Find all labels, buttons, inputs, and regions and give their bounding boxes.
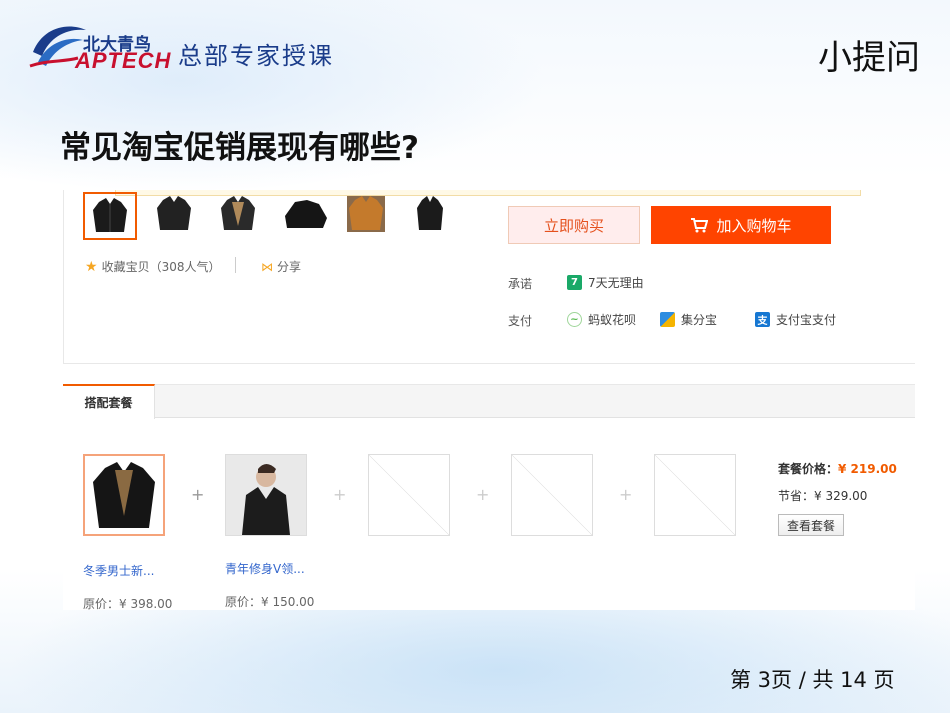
- bundle-item-empty: [368, 454, 450, 536]
- plus-icon: +: [476, 485, 490, 504]
- thumbnail-jacket-3[interactable]: [213, 192, 265, 238]
- divider: [235, 257, 236, 273]
- bundle-tabbar: 搭配套餐: [63, 384, 915, 419]
- promise-item[interactable]: 7 7天无理由: [567, 274, 644, 291]
- share-label: 分享: [277, 260, 302, 274]
- pay-label: 支付: [508, 314, 533, 328]
- buy-now-button[interactable]: 立即购买: [508, 206, 640, 244]
- slide-corner-title: 小提问: [818, 38, 920, 78]
- alipay-icon: 支: [755, 312, 770, 327]
- bundle-summary: 套餐价格：¥ 219.00 节省：¥ 329.00: [778, 460, 897, 504]
- bundle-item-jacket[interactable]: [83, 454, 165, 536]
- share-link[interactable]: ⋈ 分享: [261, 258, 301, 275]
- plus-icon: +: [619, 485, 633, 504]
- view-bundle-button[interactable]: 查看套餐: [778, 514, 844, 536]
- add-to-cart-button[interactable]: 加入购物车: [651, 206, 831, 244]
- huabei-icon: ~: [567, 312, 582, 327]
- logo-tagline: 总部专家授课: [178, 42, 334, 70]
- star-icon: ★: [85, 258, 98, 275]
- pay-method-label: 蚂蚁花呗: [588, 313, 637, 327]
- cart-icon: [691, 218, 709, 233]
- pay-method-label: 支付宝支付: [776, 313, 837, 327]
- pay-method-label: 集分宝: [681, 313, 718, 327]
- bundle-save: 节省：¥ 329.00: [778, 489, 868, 503]
- thumbnail-jacket-5[interactable]: [341, 192, 393, 238]
- thumbnail-jacket-4[interactable]: [277, 192, 329, 238]
- pay-method-huabei[interactable]: ~ 蚂蚁花呗: [567, 311, 636, 328]
- thumbnail-jacket-1[interactable]: [83, 192, 137, 240]
- product-thumbnails: [83, 192, 457, 240]
- aptech-logo: 北大青鸟 APTECH 总部专家授课: [28, 16, 368, 76]
- bundle-price-value: ¥ 219.00: [838, 462, 897, 476]
- thumbnail-jacket-2[interactable]: [149, 192, 201, 238]
- bundle-item-empty: [654, 454, 736, 536]
- taobao-product-screenshot: ★ 收藏宝贝（308人气） ⋈ 分享 立即购买 加入购物车 承诺 7 7天无理由…: [63, 190, 915, 610]
- page-number: 第 3页 / 共 14 页: [730, 668, 895, 692]
- logo-en: APTECH: [75, 48, 172, 73]
- slide-question: 常见淘宝促销展现有哪些?: [60, 130, 419, 166]
- bundle-item-name[interactable]: 冬季男士新...: [83, 562, 154, 579]
- bundle-item-empty: [511, 454, 593, 536]
- share-icon: ⋈: [261, 259, 273, 274]
- plus-icon: +: [191, 485, 205, 504]
- promise-value: 7天无理由: [588, 276, 644, 290]
- bundle-item-price: 原价：¥ 398.00: [83, 597, 173, 610]
- bundle-item-name[interactable]: 青年修身V领...: [225, 560, 305, 577]
- promise-label: 承诺: [508, 277, 533, 291]
- pay-method-alipay[interactable]: 支 支付宝支付: [755, 311, 836, 328]
- add-to-cart-label: 加入购物车: [716, 216, 792, 235]
- jifenbao-icon: [660, 312, 675, 327]
- thumbnail-jacket-6[interactable]: [405, 192, 457, 238]
- bundle-item-price: 原价：¥ 150.00: [225, 595, 315, 609]
- seven-day-icon: 7: [567, 275, 582, 290]
- favorite-label: 收藏宝贝（308人气）: [101, 260, 221, 274]
- bundle-price-label: 套餐价格：: [778, 462, 839, 476]
- favorite-link[interactable]: ★ 收藏宝贝（308人气）: [85, 258, 220, 275]
- plus-icon: +: [333, 485, 347, 504]
- bundle-item-sweater[interactable]: [225, 454, 307, 536]
- tab-bundle[interactable]: 搭配套餐: [63, 384, 155, 419]
- pay-method-jifenbao[interactable]: 集分宝: [660, 311, 717, 328]
